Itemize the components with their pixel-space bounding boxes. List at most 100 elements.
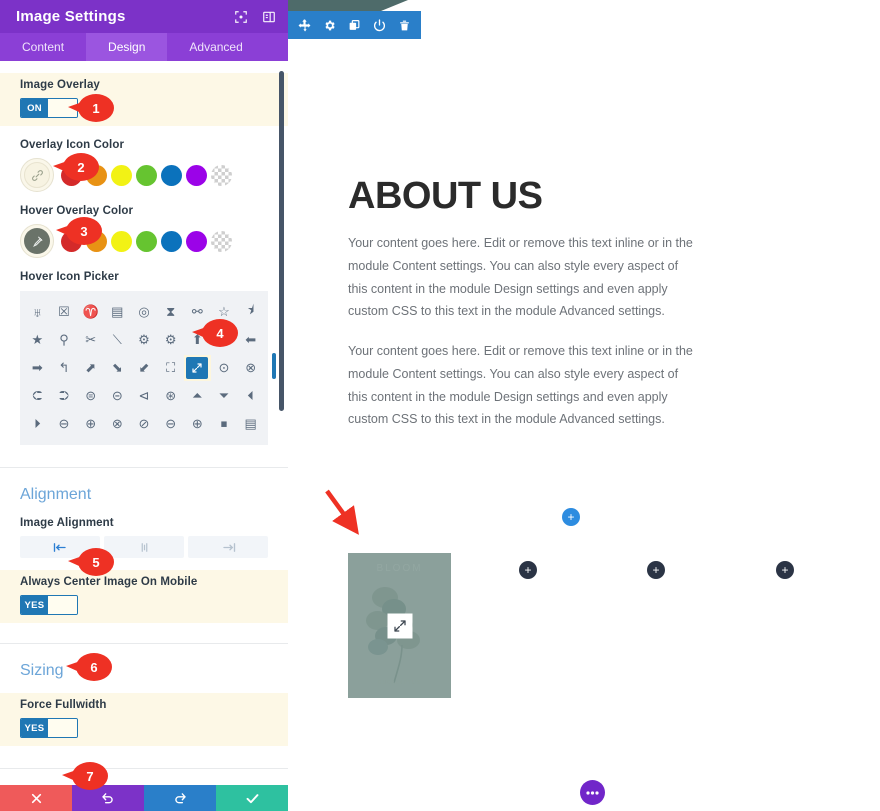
duplicate-icon[interactable] [348,19,361,32]
icon-cell[interactable]: ⮈ [24,383,51,409]
discard-button[interactable] [0,785,72,811]
tab-design[interactable]: Design [86,33,168,61]
icon-cell[interactable]: ⚲ [51,327,78,353]
disable-icon[interactable] [373,18,386,32]
icon-cell[interactable]: ⊛ [157,383,184,409]
icon-cell-selected[interactable] [183,355,211,381]
icon-cell[interactable]: ⬋ [131,355,158,381]
swatch-transparent[interactable] [211,164,232,186]
icon-cell[interactable]: ☆ [211,299,238,325]
page-settings-button[interactable] [580,780,605,805]
add-row-button[interactable]: + [562,508,580,526]
swatch-blue[interactable] [161,230,182,252]
annotation-arrow [325,489,359,535]
color-swatch-row[interactable] [20,158,268,192]
swatch-orange[interactable] [86,164,107,186]
tab-advanced[interactable]: Advanced [167,33,264,61]
icon-picker-scrollbar[interactable] [272,353,276,379]
move-icon[interactable] [298,19,311,32]
always-center-mobile-toggle[interactable]: YES [20,595,78,615]
swatch-yellow[interactable] [111,164,132,186]
add-module-button[interactable]: + [776,561,794,579]
icon-cell[interactable]: ⬈ [77,355,104,381]
gear-icon[interactable] [323,19,336,32]
panel-tabs[interactable]: Content Design Advanced [0,33,288,61]
icon-cell[interactable]: ▤ [237,411,264,437]
icon-cell[interactable]: ⬊ [104,355,131,381]
icon-cell[interactable]: ✂ [77,327,104,353]
save-button[interactable] [216,785,288,811]
image-module[interactable]: BLOOM EUCALYPTUS [348,553,451,698]
icon-cell[interactable]: ⮊ [51,383,78,409]
swatch-blue[interactable] [161,164,182,186]
field-label: Force Fullwidth [20,699,107,711]
swatch-purple[interactable] [186,164,207,186]
icon-cell[interactable]: ⬇ [211,327,238,353]
icon-cell[interactable]: ⊜ [77,383,104,409]
undo-button[interactable] [72,785,144,811]
current-color-swatch[interactable] [20,158,54,192]
icon-cell[interactable]: ⊲ [131,383,158,409]
redo-button[interactable] [144,785,216,811]
module-toolbar[interactable] [288,11,421,39]
icon-cell[interactable]: ♅ [24,299,51,325]
icon-cell[interactable]: ⧗ [157,299,184,325]
icon-cell[interactable]: ⬆ [184,327,211,353]
icon-cell[interactable]: ↰ [51,355,78,381]
align-left-button[interactable] [20,536,100,558]
swatch-orange[interactable] [86,230,107,252]
icon-cell[interactable]: ⊗ [237,355,264,381]
icon-cell[interactable]: ⚙ [157,327,184,353]
icon-cell[interactable]: ⊖ [51,411,78,437]
icon-cell[interactable]: ⊙ [211,355,238,381]
icon-cell[interactable]: ⏷ [211,383,238,409]
swatch-green[interactable] [136,230,157,252]
add-module-button[interactable]: + [519,561,537,579]
icon-cell[interactable]: ⊗ [104,411,131,437]
align-center-button[interactable] [104,536,184,558]
icon-cell[interactable]: ⛶ [157,355,184,381]
icon-cell[interactable]: ★ [24,327,51,353]
icon-cell[interactable]: ◎ [131,299,158,325]
swatch-yellow[interactable] [111,230,132,252]
icon-cell[interactable]: ⊖ [157,411,184,437]
image-caption-bottom: EUCALYPTUS [378,680,421,686]
swatch-purple[interactable] [186,230,207,252]
page-title: ABOUT US [348,175,543,217]
icon-cell[interactable]: ⏵ [24,411,51,437]
icon-cell[interactable]: ⯨ [237,299,264,325]
swatch-transparent[interactable] [211,230,232,252]
layout-panel-icon[interactable] [262,10,276,24]
icon-cell[interactable]: ⏴ [237,383,264,409]
icon-cell[interactable]: ⏶ [184,383,211,409]
icon-cell[interactable]: ⏹ [211,411,238,437]
icon-cell[interactable]: ⊕ [184,411,211,437]
swatch-red[interactable] [61,230,82,252]
icon-cell[interactable]: ⊕ [77,411,104,437]
icon-picker-grid[interactable]: ♅ ☒ ♈ ▤ ◎ ⧗ ⚯ ☆ ⯨ ★ ⚲ ✂ ⟍ ⚙ ⚙ ⬆ ⬇ ⬅ ➡ ↰ … [20,291,276,445]
icon-cell[interactable]: ⚙ [131,327,158,353]
icon-cell[interactable]: ⊝ [104,383,131,409]
icon-cell[interactable]: ⬅ [237,327,264,353]
expand-arrows-icon[interactable] [387,613,412,638]
icon-cell[interactable]: ⟍ [104,327,131,353]
add-module-button[interactable]: + [647,561,665,579]
tab-content[interactable]: Content [0,33,86,61]
fullscreen-icon[interactable] [234,10,248,24]
trash-icon[interactable] [398,19,411,32]
color-swatch-row[interactable] [20,224,268,258]
icon-cell[interactable]: ➡ [24,355,51,381]
icon-cell[interactable]: ⚯ [184,299,211,325]
image-overlay-toggle[interactable]: ON [20,98,78,118]
panel-scrollbar[interactable] [279,71,284,411]
current-color-swatch[interactable] [20,224,54,258]
force-fullwidth-toggle[interactable]: YES [20,718,78,738]
field-label: Always Center Image On Mobile [20,576,198,588]
icon-cell[interactable]: ♈ [77,299,104,325]
swatch-red[interactable] [61,164,82,186]
icon-cell[interactable]: ☒ [51,299,78,325]
align-right-button[interactable] [188,536,268,558]
icon-cell[interactable]: ⊘ [131,411,158,437]
swatch-green[interactable] [136,164,157,186]
icon-cell[interactable]: ▤ [104,299,131,325]
